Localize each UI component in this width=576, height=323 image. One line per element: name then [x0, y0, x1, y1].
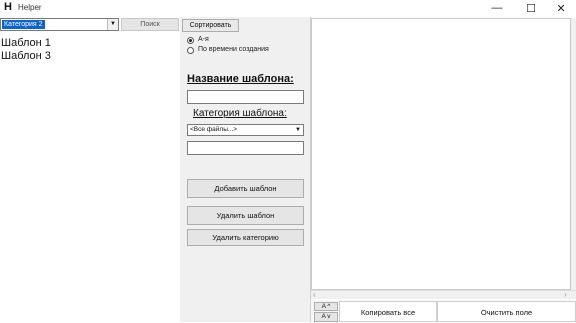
app-icon: H	[4, 1, 12, 13]
add-template-button[interactable]: Добавить шаблон	[187, 179, 304, 198]
category-filter-select[interactable]: Категория 2 ▼	[0, 18, 119, 31]
template-list-pane	[0, 17, 180, 322]
maximize-button[interactable]: ☐	[518, 0, 544, 16]
sort-az-radio[interactable]	[187, 37, 194, 44]
template-category-value: <Все файлы...>	[190, 126, 238, 133]
search-button[interactable]: Поиск	[121, 18, 179, 31]
template-category-select[interactable]: <Все файлы...> ▼	[187, 124, 304, 136]
sort-by-time-label: По времени создания	[198, 46, 269, 53]
chevron-down-icon[interactable]: ▼	[107, 19, 118, 30]
close-button[interactable]: ✕	[548, 0, 574, 16]
template-list-item[interactable]: Шаблон 1	[1, 37, 51, 49]
minimize-button[interactable]: —	[484, 0, 510, 16]
template-category-label: Категория шаблона:	[193, 108, 287, 119]
chevron-down-icon[interactable]: ▼	[293, 125, 303, 135]
category-filter-value: Категория 2	[2, 20, 45, 29]
clear-field-button[interactable]: Очистить поле	[437, 301, 576, 322]
new-category-input[interactable]	[187, 141, 304, 155]
sort-by-time-radio[interactable]	[187, 47, 194, 54]
vertical-scrollbar[interactable]	[571, 18, 576, 290]
sort-az-label: А-я	[198, 36, 209, 43]
font-decrease-button[interactable]: A v	[314, 312, 338, 322]
template-text-editor[interactable]	[311, 18, 571, 290]
font-increase-button[interactable]: A ^	[314, 302, 338, 311]
delete-template-button[interactable]: Удалить шаблон	[187, 206, 304, 225]
copy-all-button[interactable]: Копировать все	[339, 301, 437, 322]
delete-category-button[interactable]: Удалить категорию	[187, 229, 304, 246]
controls-pane	[180, 17, 310, 322]
template-list-item[interactable]: Шаблон 3	[1, 50, 51, 62]
scroll-left-icon[interactable]: ‹	[313, 290, 316, 299]
horizontal-scrollbar[interactable]	[311, 290, 576, 299]
window-title: Helper	[18, 3, 42, 12]
template-name-input[interactable]	[187, 90, 304, 104]
sort-button[interactable]: Сортировать	[182, 19, 239, 32]
template-name-label: Название шаблона:	[187, 73, 294, 85]
scroll-right-icon[interactable]: ›	[564, 290, 567, 299]
